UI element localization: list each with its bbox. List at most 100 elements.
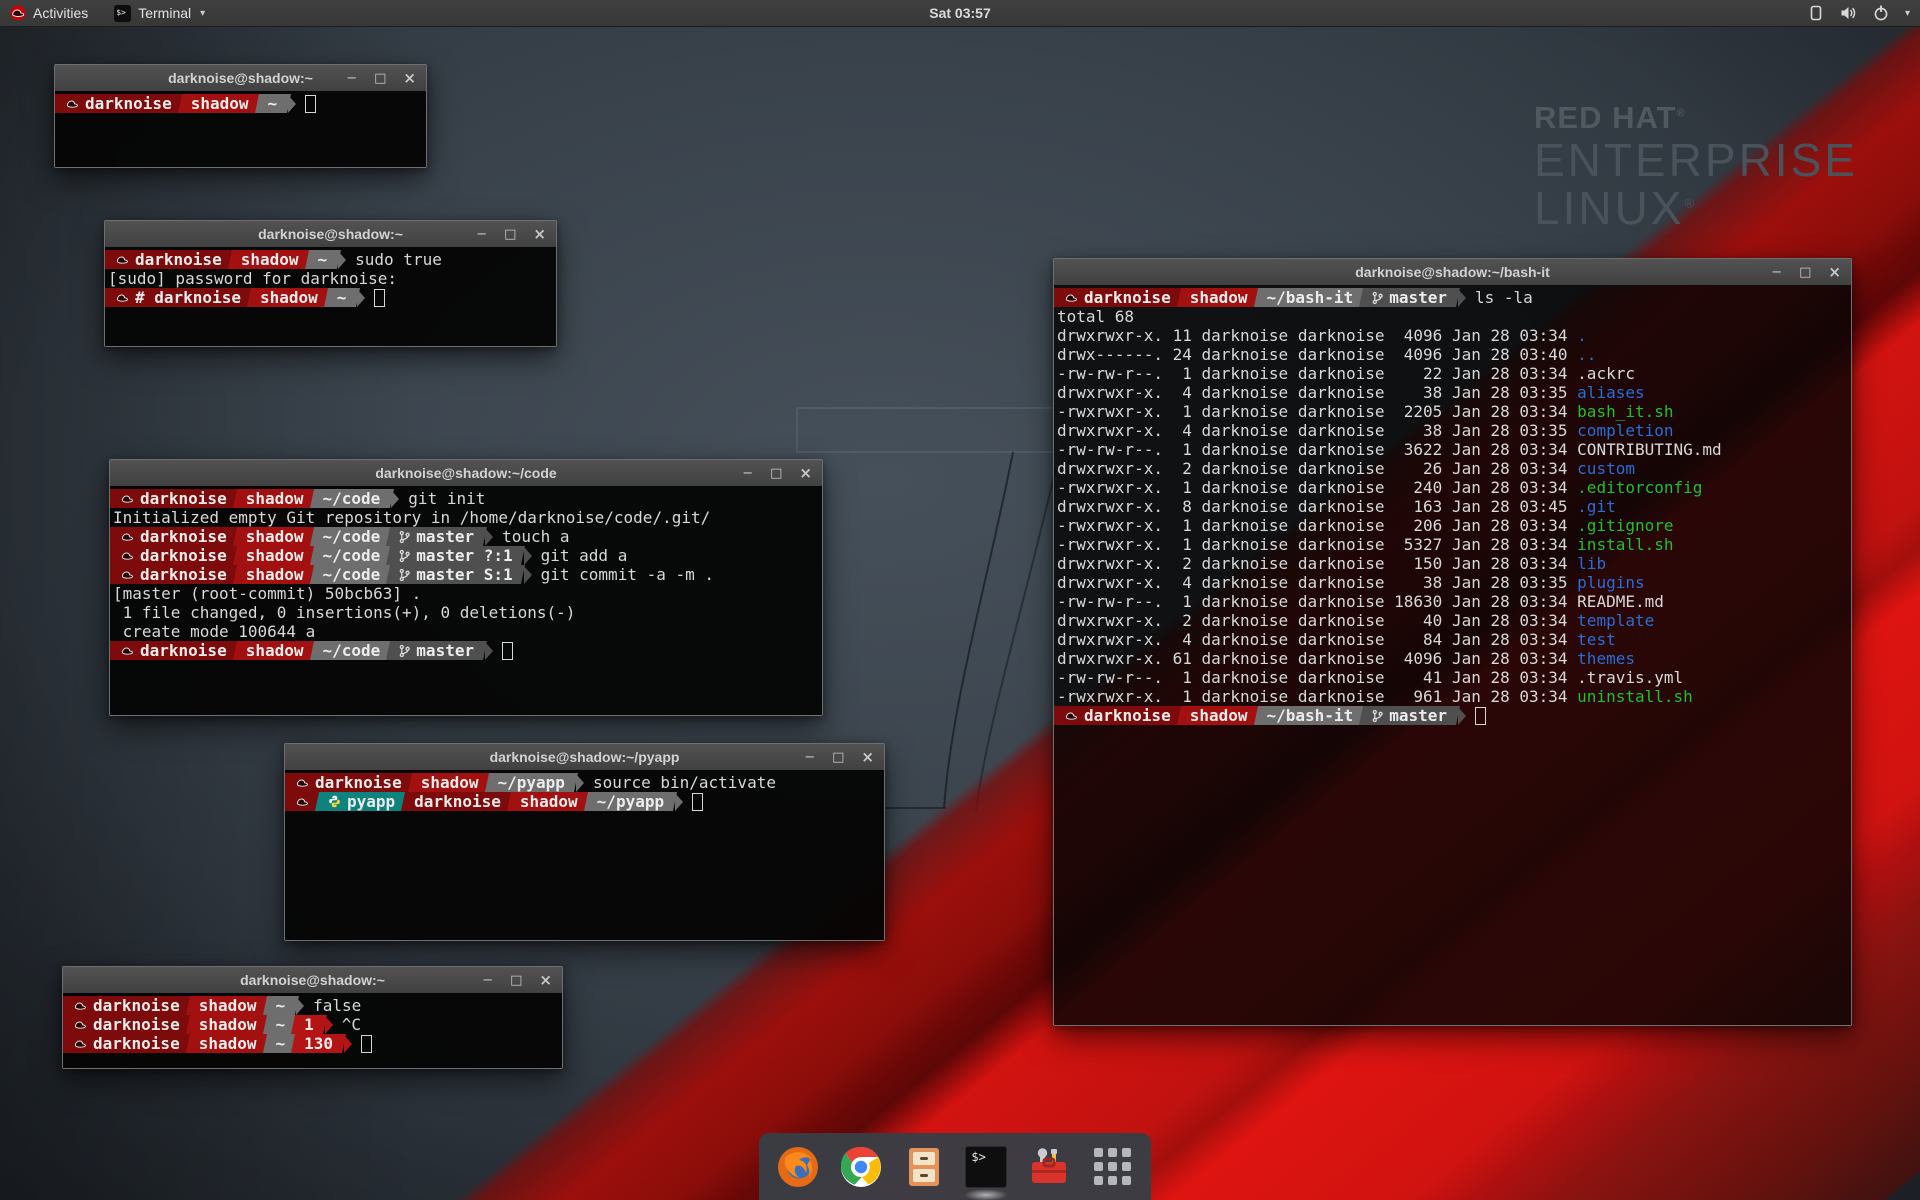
terminal-line: create mode 100644 a (113, 622, 822, 641)
terminal-content[interactable]: darknoiseshadow~ (55, 91, 426, 167)
command-text: ^C (333, 1015, 361, 1034)
terminal-line: darknoiseshadow~/pyappsource bin/activat… (288, 773, 884, 792)
file-cabinet-icon (902, 1145, 946, 1189)
terminal-content[interactable]: darknoiseshadow~/pyappsource bin/activat… (285, 770, 884, 940)
window-title: darknoise@shadow:~ (168, 70, 313, 86)
prompt-segment-text: shadow (246, 489, 304, 508)
close-button[interactable]: × (403, 72, 416, 85)
prompt-segment-text: ~ (337, 288, 347, 307)
redhat-icon (121, 569, 134, 580)
window-titlebar[interactable]: darknoise@shadow:~ − □ × (63, 967, 562, 994)
maximize-button[interactable]: □ (510, 974, 522, 987)
dock-item-terminal[interactable]: $> (962, 1143, 1010, 1191)
redhat-icon (296, 796, 309, 807)
dock-item-chrome[interactable] (837, 1143, 885, 1191)
prompt-segment-path: ~/code (315, 489, 389, 508)
prompt-segment-text: master (416, 527, 474, 546)
dock-item-app-grid[interactable] (1088, 1143, 1136, 1191)
close-button[interactable]: × (539, 974, 552, 987)
prompt-segment-text: ~/code (323, 641, 381, 660)
app-menu-terminal[interactable]: $> Terminal ▾ (102, 0, 217, 26)
terminal-content[interactable]: darknoiseshadow~/bash-itmasterls -latota… (1054, 285, 1851, 1025)
prompt-segment-text: master (1389, 288, 1447, 307)
close-button[interactable]: × (799, 467, 812, 480)
git-branch-icon (399, 568, 410, 582)
maximize-button[interactable]: □ (1799, 266, 1811, 279)
window-titlebar[interactable]: darknoise@shadow:~/bash-it − □ × (1054, 259, 1851, 286)
prompt-segment-path: ~/bash-it (1259, 288, 1362, 307)
prompt-segment-text: 130 (304, 1034, 333, 1053)
maximize-button[interactable]: □ (832, 751, 844, 764)
terminal-line: drwxrwxr-x. 4 darknoise darknoise 38 Jan… (1057, 573, 1851, 592)
prompt-segment-user: darknoise (406, 792, 509, 811)
terminal-window-home-1: darknoise@shadow:~ − □ × darknoiseshadow… (54, 64, 427, 168)
terminal-line: -rw-rw-r--. 1 darknoise darknoise 18630 … (1057, 592, 1851, 611)
window-titlebar[interactable]: darknoise@shadow:~/code − □ × (110, 460, 822, 487)
window-title: darknoise@shadow:~/bash-it (1355, 264, 1550, 280)
dock: $> (759, 1133, 1151, 1200)
system-status-area[interactable]: ▾ (1808, 0, 1910, 26)
prompt-segment-exit: 130 (296, 1034, 341, 1053)
close-button[interactable]: × (1828, 266, 1841, 279)
terminal-line: darknoiseshadow~/bash-itmasterls -la (1057, 288, 1851, 307)
prompt-segment-user: darknoise (113, 565, 235, 584)
ls-row-details: drwx------. 24 darknoise darknoise 4096 … (1057, 345, 1577, 364)
command-text: sudo true (346, 250, 442, 269)
toolbox-icon (1027, 1145, 1071, 1189)
dock-item-files[interactable] (900, 1143, 948, 1191)
prompt-segment-path: ~/code (315, 527, 389, 546)
terminal-icon: $> (965, 1146, 1007, 1188)
close-button[interactable]: × (533, 228, 546, 241)
window-title: darknoise@shadow:~ (258, 226, 403, 242)
terminal-line: darknoiseshadow~sudo true (108, 250, 556, 269)
minimize-button[interactable]: − (482, 974, 493, 987)
activities-button[interactable]: Activities (0, 0, 102, 26)
maximize-button[interactable]: □ (504, 228, 516, 241)
terminal-line: -rw-rw-r--. 1 darknoise darknoise 3622 J… (1057, 440, 1851, 459)
minimize-button[interactable]: − (804, 751, 815, 764)
window-titlebar[interactable]: darknoise@shadow:~ − □ × (105, 221, 556, 248)
minimize-button[interactable]: − (476, 228, 487, 241)
clock[interactable]: Sat 03:57 (929, 5, 990, 21)
ls-file-name: .. (1577, 345, 1596, 364)
ls-row-details: drwxrwxr-x. 8 darknoise darknoise 163 Ja… (1057, 497, 1577, 516)
prompt-segment-text: ~/pyapp (597, 792, 664, 811)
ls-row-details: drwxrwxr-x. 2 darknoise darknoise 150 Ja… (1057, 554, 1577, 573)
prompt-segment-text: ~/code (323, 546, 381, 565)
dock-item-toolbox[interactable] (1025, 1143, 1073, 1191)
window-titlebar[interactable]: darknoise@shadow:~ − □ × (55, 65, 426, 92)
prompt-segment-text: shadow (191, 94, 249, 113)
prompt-segment-text: shadow (421, 773, 479, 792)
maximize-button[interactable]: □ (374, 72, 386, 85)
prompt-segment-git: master (1364, 288, 1455, 307)
redhat-icon (66, 98, 79, 109)
minimize-button[interactable]: − (346, 72, 357, 85)
terminal-content[interactable]: darknoiseshadow~/codegit initInitialized… (110, 486, 822, 715)
maximize-button[interactable]: □ (770, 467, 782, 480)
prompt-arrow-icon (524, 566, 532, 584)
terminal-content[interactable]: darknoiseshadow~sudo true[sudo] password… (105, 247, 556, 346)
ls-file-name: test (1577, 630, 1616, 649)
prompt-segment-text: ~/bash-it (1267, 706, 1354, 725)
prompt-segment-text: darknoise (93, 996, 180, 1015)
terminal-line: darknoiseshadow~ (58, 94, 426, 113)
command-text: ls -la (1466, 288, 1533, 307)
terminal-line: drwxrwxr-x. 8 darknoise darknoise 163 Ja… (1057, 497, 1851, 516)
window-titlebar[interactable]: darknoise@shadow:~/pyapp − □ × (285, 744, 884, 771)
redhat-icon (74, 1000, 87, 1011)
ls-file-name: themes (1577, 649, 1635, 668)
minimize-button[interactable]: − (742, 467, 753, 480)
terminal-content[interactable]: darknoiseshadow~falsedarknoiseshadow~1^C… (63, 993, 562, 1068)
terminal-line: -rwxrwxr-x. 1 darknoise darknoise 2205 J… (1057, 402, 1851, 421)
terminal-line: drwxrwxr-x. 11 darknoise darknoise 4096 … (1057, 326, 1851, 345)
minimize-button[interactable]: − (1771, 266, 1782, 279)
logo-registered-mark-2: ® (1684, 196, 1697, 211)
prompt-segment-text: ~ (276, 1034, 286, 1053)
ls-row-details: drwxrwxr-x. 4 darknoise darknoise 84 Jan… (1057, 630, 1577, 649)
close-button[interactable]: × (861, 751, 874, 764)
prompt-segment-text: darknoise (315, 773, 402, 792)
prompt-segment-host: shadow (512, 792, 586, 811)
redhat-icon (121, 493, 134, 504)
prompt-segment-venv: pyapp (320, 792, 403, 811)
dock-item-firefox[interactable] (774, 1143, 822, 1191)
